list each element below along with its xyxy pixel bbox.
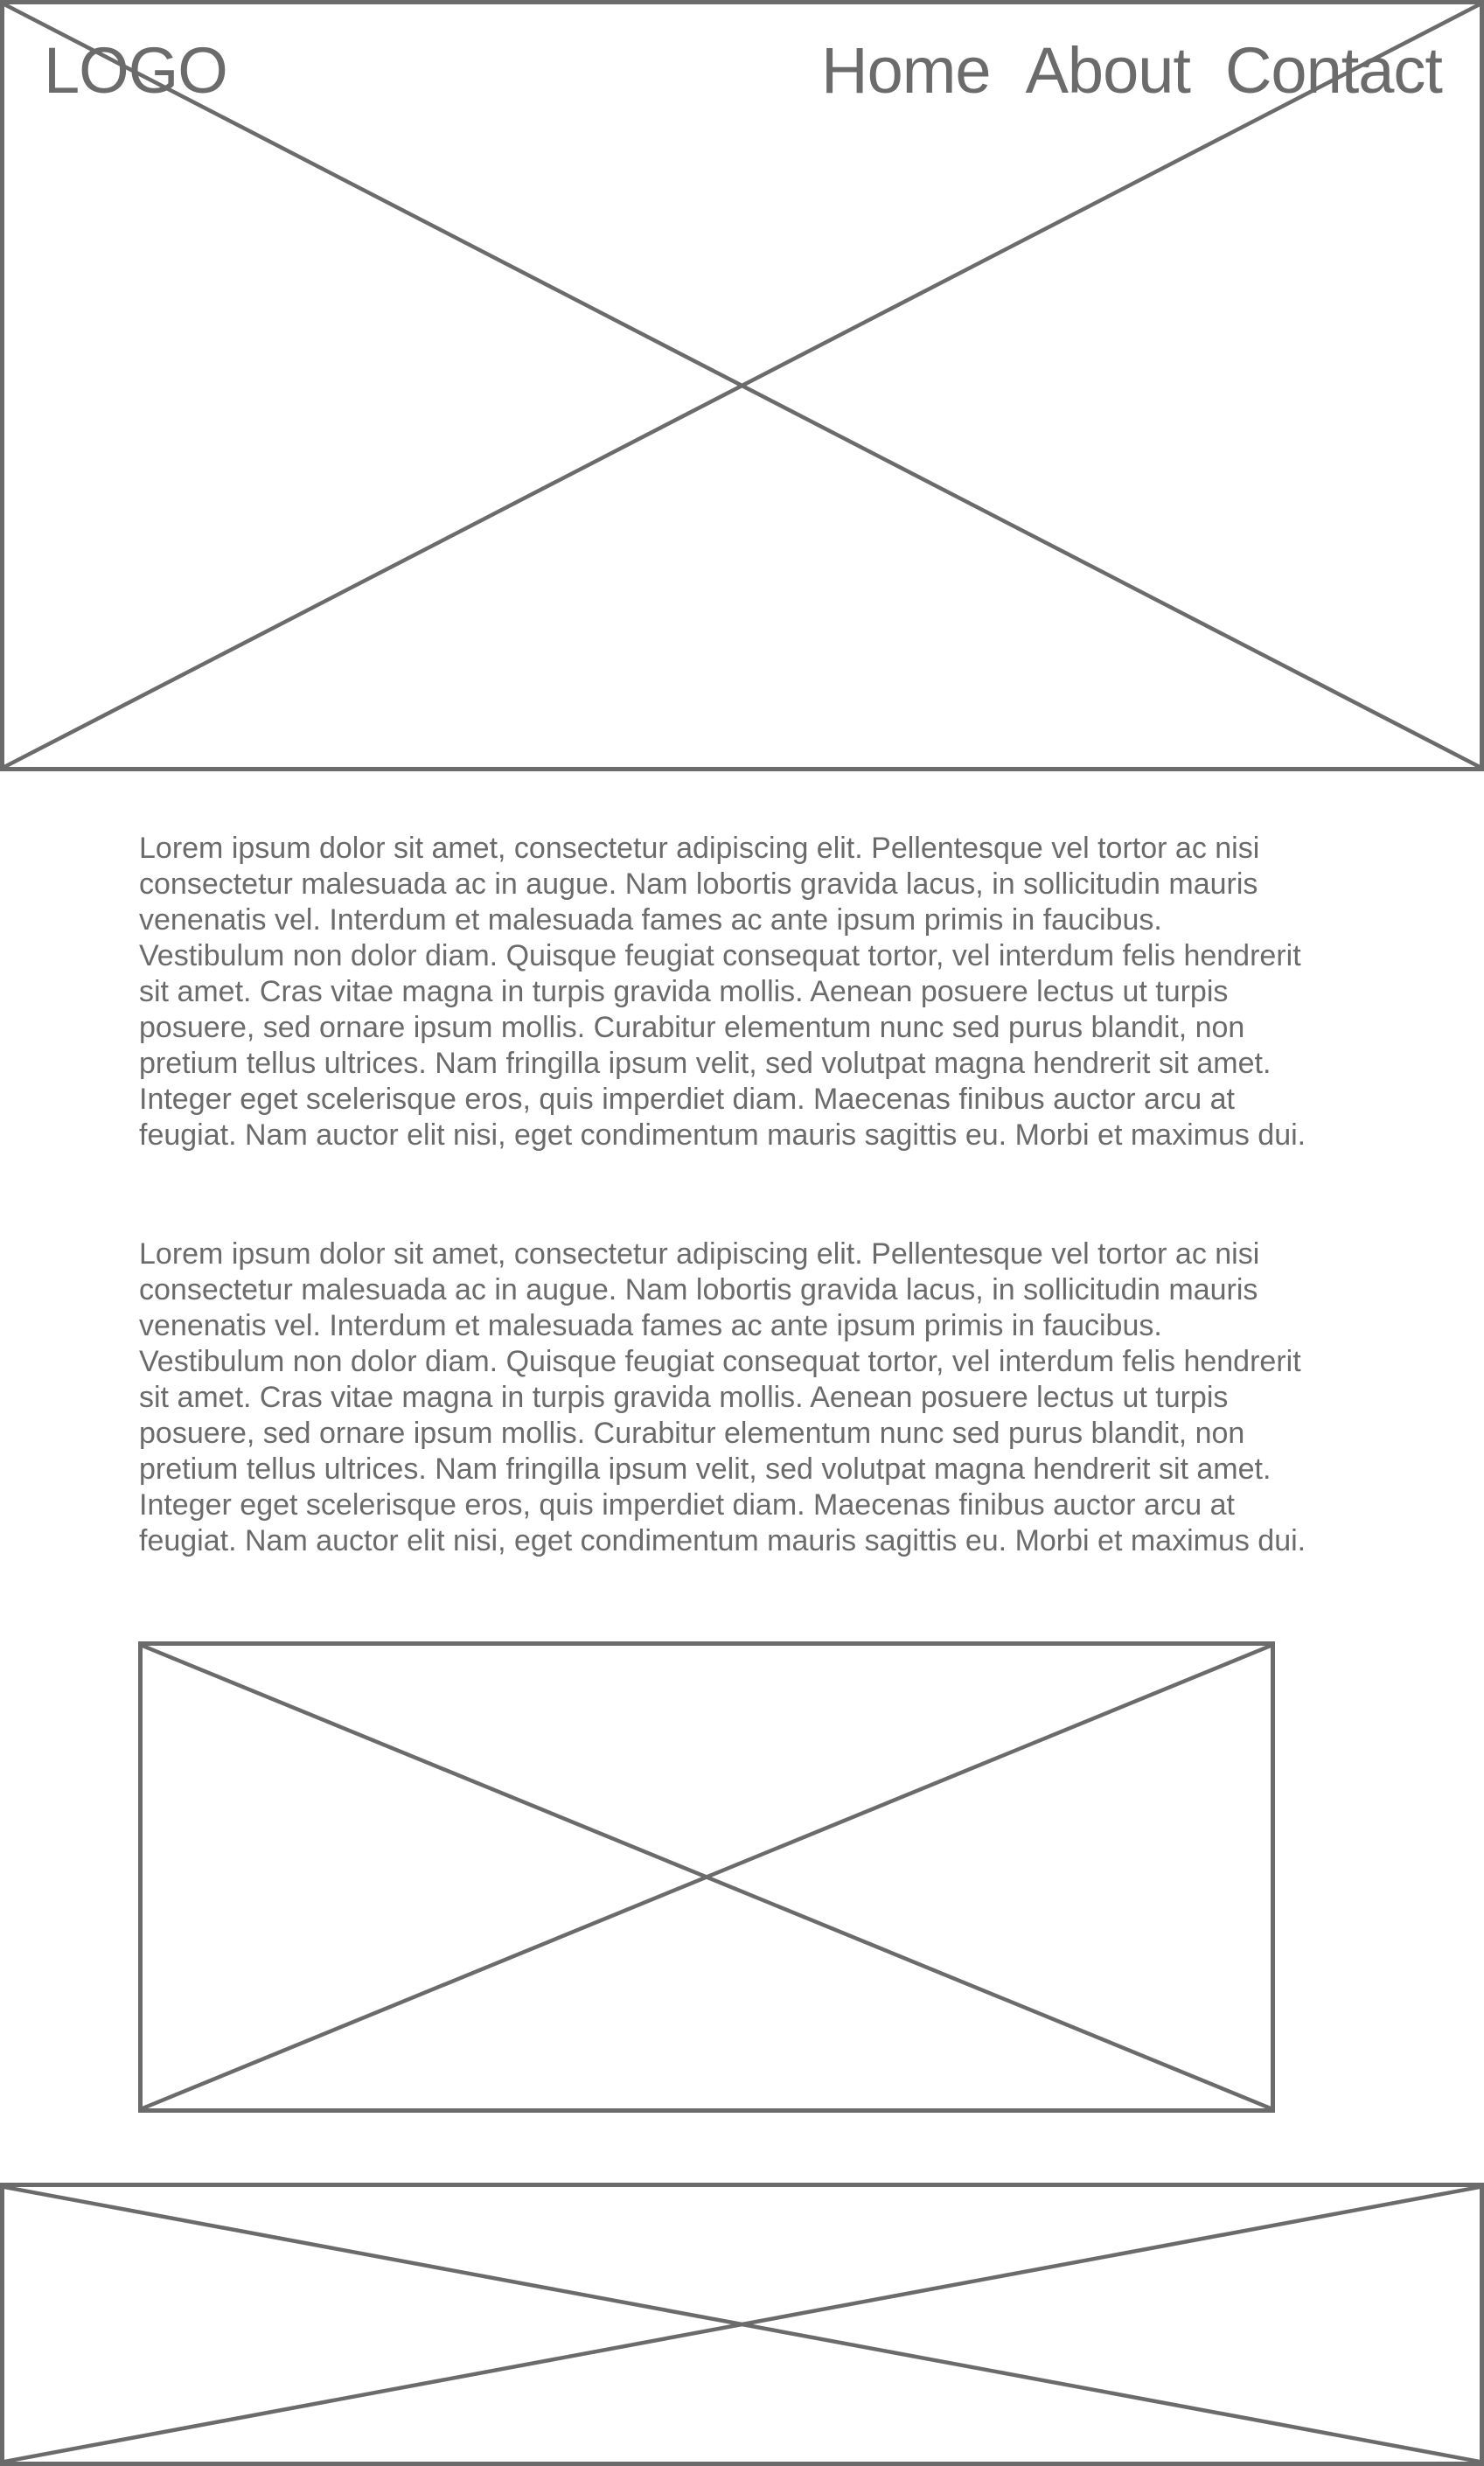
- content-image-placeholder: [138, 1641, 1275, 2113]
- image-placeholder-icon: [4, 2187, 1480, 2462]
- nav-link-contact[interactable]: Contact: [1225, 33, 1443, 108]
- image-placeholder-icon: [4, 4, 1480, 767]
- nav-link-about[interactable]: About: [1026, 33, 1191, 108]
- body-paragraph-1: Lorem ipsum dolor sit amet, consectetur …: [139, 832, 1306, 1152]
- nav-link-home[interactable]: Home: [821, 33, 991, 108]
- image-placeholder-icon: [143, 1646, 1271, 2108]
- main-nav: Home About Contact: [821, 33, 1443, 108]
- site-logo[interactable]: LOGO: [44, 33, 228, 108]
- hero-image-placeholder: [0, 0, 1484, 771]
- footer-image-placeholder: [0, 2183, 1484, 2466]
- body-paragraph-2: Lorem ipsum dolor sit amet, consectetur …: [139, 1237, 1306, 1557]
